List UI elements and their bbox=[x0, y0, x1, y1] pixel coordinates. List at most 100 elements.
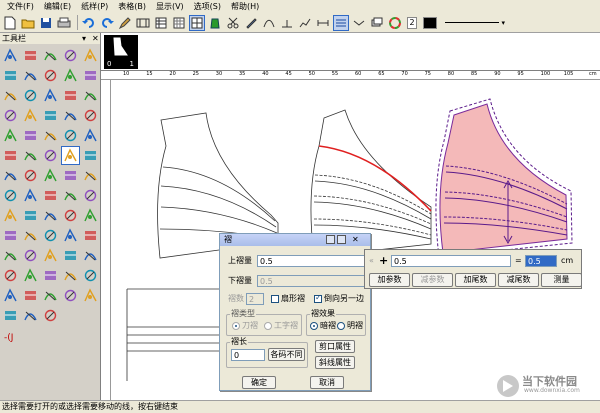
tool-pin-icon[interactable] bbox=[61, 166, 80, 185]
redo-icon[interactable] bbox=[99, 15, 115, 31]
measure-button[interactable]: 测量 bbox=[541, 273, 582, 287]
dialog-minimize-icon[interactable] bbox=[326, 235, 335, 244]
save-icon[interactable] bbox=[38, 15, 54, 31]
add-parameter-button[interactable]: 加参数 bbox=[369, 273, 410, 287]
tool-mark-icon[interactable] bbox=[21, 86, 40, 105]
line-width-field[interactable]: 2 bbox=[407, 16, 417, 29]
ruler-frame-icon[interactable] bbox=[135, 15, 151, 31]
tool-extra-60-icon[interactable] bbox=[1, 286, 20, 305]
upper-pleat-input[interactable] bbox=[257, 255, 365, 267]
tool-text-icon[interactable] bbox=[61, 246, 80, 265]
tool-arc-icon[interactable] bbox=[41, 266, 60, 285]
tool-flare-icon[interactable] bbox=[21, 146, 40, 165]
tool-split-icon[interactable] bbox=[41, 86, 60, 105]
open-folder-icon[interactable] bbox=[20, 15, 36, 31]
tool-scissors-icon[interactable] bbox=[1, 86, 20, 105]
tool-collar-icon[interactable] bbox=[41, 186, 60, 205]
tool-copy-icon[interactable] bbox=[21, 126, 40, 145]
tool-roll-icon[interactable] bbox=[41, 166, 60, 185]
new-file-icon[interactable] bbox=[2, 15, 18, 31]
chart-line-icon[interactable] bbox=[297, 15, 313, 31]
fan-pleat-checkbox[interactable] bbox=[271, 295, 279, 303]
reverse-side-checkbox[interactable] bbox=[314, 293, 322, 303]
result-input[interactable] bbox=[525, 255, 557, 267]
show-grid-icon[interactable] bbox=[189, 14, 205, 31]
tool-extra-66-icon[interactable] bbox=[21, 306, 40, 325]
tool-flag-icon[interactable] bbox=[21, 266, 40, 285]
scissors-icon[interactable] bbox=[225, 15, 241, 31]
tool-ruler-icon[interactable] bbox=[41, 206, 60, 225]
tool-knife-icon[interactable] bbox=[81, 46, 100, 65]
tool-waist-icon[interactable] bbox=[1, 226, 20, 245]
menu-pattern[interactable]: 纸样(P) bbox=[76, 0, 113, 13]
tool-extra-65-icon[interactable] bbox=[1, 306, 20, 325]
tool-gather-icon[interactable] bbox=[1, 146, 20, 165]
tool-grid-icon[interactable] bbox=[61, 206, 80, 225]
tool-eye-icon[interactable] bbox=[61, 226, 80, 245]
tool-corner-icon[interactable] bbox=[21, 106, 40, 125]
tool-scale-icon[interactable] bbox=[21, 246, 40, 265]
menu-edit[interactable]: 编辑(E) bbox=[39, 0, 76, 13]
tool-align-icon[interactable] bbox=[81, 226, 100, 245]
pleat-tool-icon[interactable] bbox=[333, 14, 349, 31]
tool-pleat-icon[interactable] bbox=[41, 146, 60, 165]
pattern-thumbnail[interactable]: 0 1 bbox=[104, 35, 138, 69]
tool-line-icon[interactable] bbox=[1, 66, 20, 85]
cancel-button[interactable]: 取消 bbox=[310, 376, 344, 389]
tool-seam-icon[interactable] bbox=[81, 146, 100, 165]
undo-icon[interactable] bbox=[81, 15, 97, 31]
tool-stripe-icon[interactable] bbox=[1, 186, 20, 205]
tool-select-icon[interactable] bbox=[1, 46, 20, 65]
fold-icon[interactable] bbox=[351, 15, 367, 31]
tool-layer-icon[interactable] bbox=[41, 126, 60, 145]
tool-angle-icon[interactable] bbox=[61, 66, 80, 85]
pleat-length-input[interactable] bbox=[231, 349, 265, 361]
tool-move-icon[interactable] bbox=[1, 246, 20, 265]
tool-extra-64-icon[interactable] bbox=[81, 286, 100, 305]
tool-grain-icon[interactable] bbox=[81, 166, 100, 185]
tool-rotate-icon[interactable] bbox=[61, 106, 80, 125]
tool-tuck-icon[interactable] bbox=[61, 146, 80, 165]
dialog-close-icon[interactable]: ✕ bbox=[352, 234, 359, 246]
color-wheel-icon[interactable] bbox=[387, 15, 403, 31]
tool-curve-fit-icon[interactable] bbox=[41, 106, 60, 125]
print-icon[interactable] bbox=[56, 15, 72, 31]
tool-caliper-icon[interactable] bbox=[1, 106, 20, 125]
tool-merge-icon[interactable] bbox=[61, 86, 80, 105]
table-icon[interactable] bbox=[153, 15, 169, 31]
tool-mirror-icon[interactable] bbox=[1, 126, 20, 145]
visible-pleat-radio[interactable] bbox=[337, 322, 345, 330]
menu-file[interactable]: 文件(F) bbox=[2, 0, 39, 13]
tool-drill-icon[interactable] bbox=[81, 266, 100, 285]
tool-sleeve-icon[interactable] bbox=[61, 186, 80, 205]
tool-dot-icon[interactable] bbox=[1, 266, 20, 285]
subtract-tail-button[interactable]: 减尾数 bbox=[498, 273, 539, 287]
tool-pattern-icon[interactable] bbox=[81, 106, 100, 125]
notch-icon[interactable] bbox=[279, 15, 295, 31]
add-tail-button[interactable]: 加尾数 bbox=[455, 273, 496, 287]
tool-fold-icon[interactable] bbox=[81, 86, 100, 105]
tool-label-icon[interactable] bbox=[21, 206, 40, 225]
tool-extra-61-icon[interactable] bbox=[21, 286, 40, 305]
pattern-green-icon[interactable] bbox=[207, 15, 223, 31]
menu-table[interactable]: 表格(B) bbox=[113, 0, 151, 13]
menu-help[interactable]: 帮助(H) bbox=[226, 0, 264, 13]
double-left-arrow-icon[interactable]: « bbox=[369, 256, 374, 265]
slash-attributes-button[interactable]: 斜线属性 bbox=[315, 356, 355, 369]
menu-view[interactable]: 显示(V) bbox=[151, 0, 189, 13]
tool-pen-icon[interactable] bbox=[21, 66, 40, 85]
tool-extra-67-icon[interactable] bbox=[41, 306, 60, 325]
ok-button[interactable]: 确定 bbox=[242, 376, 276, 389]
tool-zip-icon[interactable] bbox=[41, 226, 60, 245]
tool-rotate-2-icon[interactable] bbox=[41, 246, 60, 265]
pen-icon[interactable] bbox=[117, 15, 133, 31]
expression-input[interactable] bbox=[391, 255, 511, 267]
tool-button-icon[interactable] bbox=[81, 186, 100, 205]
tool-spline-icon[interactable] bbox=[41, 66, 60, 85]
brush-icon[interactable] bbox=[243, 15, 259, 31]
grid-icon[interactable] bbox=[171, 15, 187, 31]
tool-bag-icon[interactable] bbox=[1, 166, 20, 185]
measure-icon[interactable] bbox=[315, 15, 331, 31]
tool-ribbon-icon[interactable] bbox=[81, 246, 100, 265]
line-color-swatch[interactable] bbox=[423, 16, 437, 29]
